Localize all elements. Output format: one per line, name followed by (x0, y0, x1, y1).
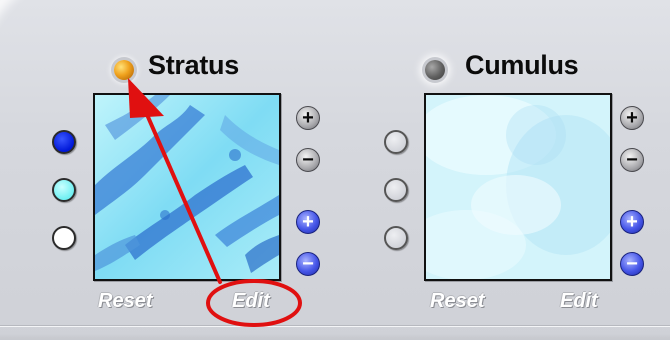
annotation-arrow-line (143, 108, 222, 284)
edit-highlight-circle (206, 279, 302, 327)
cloud-layers-panel: Stratus + − + − Reset Edit Cumulus + − +… (0, 0, 670, 348)
annotation-overlay (128, 78, 302, 327)
annotation-arrow-head (128, 78, 164, 118)
